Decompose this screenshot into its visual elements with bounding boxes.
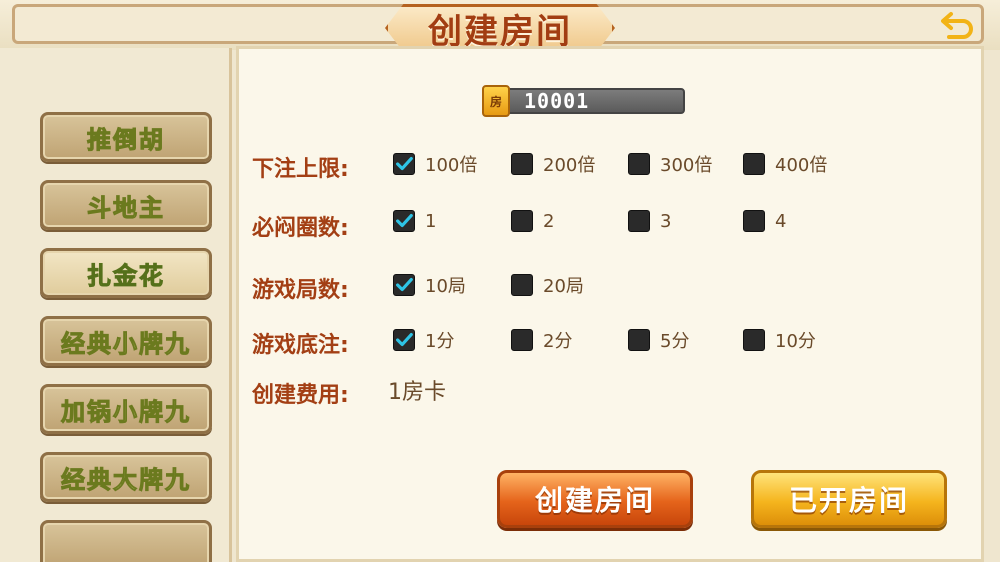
rounds-required-option-1[interactable]: 1 bbox=[393, 210, 436, 232]
option-label: 5分 bbox=[660, 331, 690, 352]
game-item-tuidaohu[interactable]: 推倒胡 bbox=[40, 112, 212, 162]
bet-limit-label: 下注上限: bbox=[252, 157, 349, 182]
option-label: 20局 bbox=[543, 276, 584, 297]
checkbox[interactable] bbox=[511, 329, 533, 351]
room-number: 10001 bbox=[524, 89, 590, 113]
checkbox[interactable] bbox=[393, 329, 415, 351]
option-label: 10分 bbox=[775, 331, 816, 352]
opened-rooms-label: 已开房间 bbox=[788, 484, 909, 517]
rounds-required-label: 必闷圈数: bbox=[252, 216, 349, 241]
checkbox[interactable] bbox=[511, 274, 533, 296]
option-label: 1分 bbox=[425, 331, 455, 352]
checkbox[interactable] bbox=[743, 329, 765, 351]
opened-rooms-button[interactable]: 已开房间 bbox=[751, 470, 947, 528]
game-item-jingdian-dapaijiu[interactable]: 经典大牌九 bbox=[40, 452, 212, 502]
base-bet-option-5[interactable]: 5分 bbox=[628, 327, 689, 353]
game-item-label: 经典小牌九 bbox=[61, 328, 191, 358]
game-rounds-option-20[interactable]: 20局 bbox=[511, 272, 584, 298]
cost-value: 1房卡 bbox=[388, 380, 446, 405]
game-item-label: 加锅小牌九 bbox=[61, 396, 191, 426]
option-label: 300倍 bbox=[660, 155, 713, 176]
game-rounds-option-10[interactable]: 10局 bbox=[393, 272, 466, 298]
check-icon bbox=[396, 156, 413, 171]
checkbox[interactable] bbox=[743, 153, 765, 175]
bet-limit-option-300[interactable]: 300倍 bbox=[628, 151, 712, 177]
game-item-label: 扎金花 bbox=[87, 260, 165, 290]
checkbox[interactable] bbox=[628, 210, 650, 232]
option-label: 2分 bbox=[543, 331, 573, 352]
checkbox[interactable] bbox=[511, 210, 533, 232]
option-label: 2 bbox=[543, 210, 555, 232]
check-icon bbox=[396, 277, 413, 292]
title-plate: 创建房间 bbox=[385, 4, 615, 52]
game-item-label: 推倒胡 bbox=[87, 124, 165, 154]
bet-limit-option-400[interactable]: 400倍 bbox=[743, 151, 827, 177]
bet-limit-option-200[interactable]: 200倍 bbox=[511, 151, 595, 177]
game-list-panel[interactable]: 推倒胡 斗地主 扎金花 经典小牌九 加锅小牌九 经典大牌九 bbox=[0, 48, 232, 562]
create-room-button[interactable]: 创建房间 bbox=[497, 470, 693, 528]
option-label: 400倍 bbox=[775, 155, 828, 176]
back-arrow-icon bbox=[941, 12, 973, 39]
room-card-icon: 房 bbox=[482, 85, 510, 117]
checkbox[interactable] bbox=[628, 329, 650, 351]
base-bet-label: 游戏底注: bbox=[252, 333, 349, 358]
corner-decoration bbox=[961, 47, 983, 69]
game-item-zhajinhua[interactable]: 扎金花 bbox=[40, 248, 212, 298]
option-label: 10局 bbox=[425, 276, 466, 297]
cost-label: 创建费用: bbox=[252, 383, 349, 408]
option-label: 200倍 bbox=[543, 155, 596, 176]
game-item-label: 经典大牌九 bbox=[61, 464, 191, 494]
corner-decoration bbox=[237, 47, 259, 69]
option-label: 1 bbox=[425, 210, 437, 232]
base-bet-option-1[interactable]: 1分 bbox=[393, 327, 454, 353]
check-icon bbox=[396, 332, 413, 347]
checkbox[interactable] bbox=[743, 210, 765, 232]
checkbox[interactable] bbox=[511, 153, 533, 175]
rounds-required-option-2[interactable]: 2 bbox=[511, 210, 554, 232]
checkbox[interactable] bbox=[393, 153, 415, 175]
back-button[interactable] bbox=[940, 8, 976, 42]
game-item-jiaguo-xiaopaijiu[interactable]: 加锅小牌九 bbox=[40, 384, 212, 434]
game-rounds-label: 游戏局数: bbox=[252, 278, 349, 303]
rounds-required-option-3[interactable]: 3 bbox=[628, 210, 671, 232]
game-item-jingdian-xiaopaijiu[interactable]: 经典小牌九 bbox=[40, 316, 212, 366]
option-label: 3 bbox=[660, 210, 672, 232]
checkbox[interactable] bbox=[628, 153, 650, 175]
bet-limit-option-100[interactable]: 100倍 bbox=[393, 151, 477, 177]
create-room-label: 创建房间 bbox=[534, 484, 655, 517]
corner-decoration bbox=[961, 539, 983, 561]
corner-decoration bbox=[237, 539, 259, 561]
option-label: 4 bbox=[775, 210, 787, 232]
base-bet-option-10[interactable]: 10分 bbox=[743, 327, 816, 353]
check-icon bbox=[396, 213, 413, 228]
checkbox[interactable] bbox=[393, 210, 415, 232]
game-item-doudizhu[interactable]: 斗地主 bbox=[40, 180, 212, 230]
base-bet-option-2[interactable]: 2分 bbox=[511, 327, 572, 353]
rounds-required-option-4[interactable]: 4 bbox=[743, 210, 786, 232]
game-item-partial[interactable] bbox=[40, 520, 212, 562]
game-item-label: 斗地主 bbox=[87, 192, 165, 222]
option-label: 100倍 bbox=[425, 155, 478, 176]
checkbox[interactable] bbox=[393, 274, 415, 296]
